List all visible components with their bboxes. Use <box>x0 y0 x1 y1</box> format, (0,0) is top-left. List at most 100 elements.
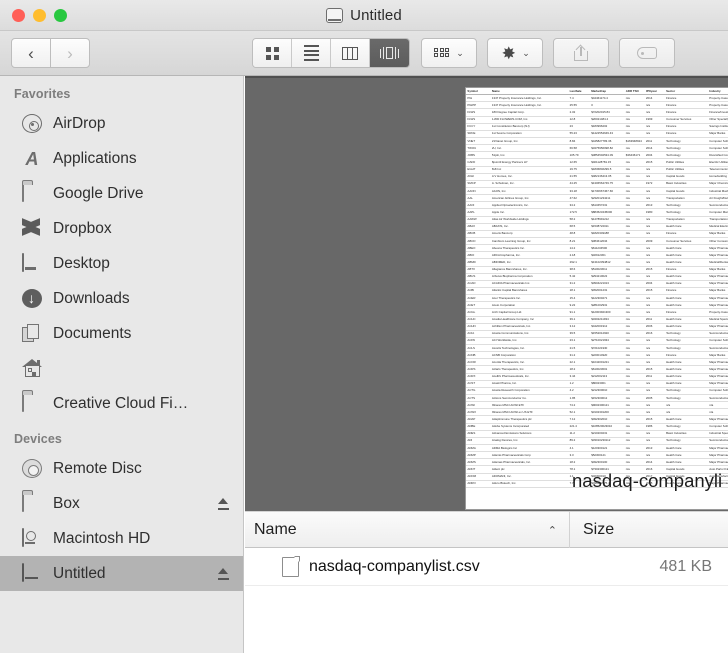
sidebar-item-documents[interactable]: Documents <box>0 316 243 351</box>
csv-cell: $884523445000 <box>590 209 625 216</box>
eject-icon[interactable] <box>218 498 229 510</box>
csv-data-row: ACIAAcacia Communications, Inc.39.5$1552… <box>466 330 728 337</box>
csv-cell: $510023011 <box>590 266 625 273</box>
share-button[interactable] <box>553 38 609 68</box>
csv-data-row: ACRXAcelRx Pharmaceuticals, Inc.3.44$212… <box>466 373 728 380</box>
column-header-name[interactable]: Name ⌃ <box>245 511 570 548</box>
csv-cell: ACAD <box>466 280 490 287</box>
sidebar-header-favorites: Favorites <box>0 76 243 106</box>
csv-cell: ADMA <box>466 445 490 452</box>
sidebar-item-downloads[interactable]: Downloads <box>0 281 243 316</box>
csv-cell: n/a <box>624 259 644 266</box>
desktop-icon <box>22 254 42 274</box>
csv-cell: ACLS <box>466 345 490 352</box>
eject-icon[interactable] <box>218 568 229 580</box>
csv-cell: 25.55 <box>568 102 590 109</box>
csv-cell: ABUS <box>466 273 490 280</box>
csv-cell: Technology <box>665 437 708 444</box>
sidebar-item-label: Applications <box>53 150 137 168</box>
csv-cell: Ameris Bancorp <box>490 230 568 237</box>
back-button[interactable]: ‹ <box>11 38 51 68</box>
csv-cell: Arch Capital Group Ltd. <box>490 309 568 316</box>
csv-cell: ACIW <box>466 337 490 344</box>
list-view-button[interactable] <box>292 39 331 67</box>
csv-preview-sheet[interactable]: SymbolNameLastSaleMarketCapADR TSOIPOyea… <box>465 87 728 510</box>
csv-cell: Major Pharmaceuticals <box>708 416 728 423</box>
csv-cell: n/a <box>624 423 644 430</box>
csv-cell: n/a <box>624 402 644 409</box>
csv-cell: PIH <box>466 95 490 102</box>
file-list-view: Name ⌃ Size nasdaq-companylist.csv 481 K… <box>245 511 728 653</box>
coverflow-icon <box>380 46 399 60</box>
arrange-button[interactable]: ⌄ <box>421 38 477 68</box>
csv-data-row: FLWS180 Degree Capital Corp.2.32$7220201… <box>466 109 728 116</box>
coverflow-view-button[interactable] <box>370 39 409 67</box>
sidebar-item-dropbox[interactable]: Dropbox <box>0 211 243 246</box>
sidebar-item-label: Creative Cloud Fi… <box>53 395 188 413</box>
csv-cell: n/a <box>645 259 665 266</box>
csv-data-row: TWOU2U, Inc.66.58$3475956098.82n/a2014Te… <box>466 145 728 152</box>
csv-cell: $212300010 <box>590 387 625 394</box>
csv-cell: Semiconductors <box>708 395 728 402</box>
csv-cell: ACWI <box>466 402 490 409</box>
csv-cell: 1999 <box>645 116 665 123</box>
csv-data-row: ABMDABIOMED, Inc.292.1$13102394812n/an/a… <box>466 259 728 266</box>
coverflow-preview-pane[interactable]: SymbolNameLastSaleMarketCapADR TSOIPOyea… <box>245 76 728 511</box>
csv-cell: Major Pharmaceuticals <box>708 323 728 330</box>
csv-cell: Semiconductors <box>708 345 728 352</box>
csv-cell: Semiconductors <box>708 437 728 444</box>
csv-cell: n/a <box>624 359 644 366</box>
csv-cell: VNET <box>466 137 490 144</box>
table-row[interactable]: nasdaq-companylist.csv 481 KB <box>245 548 728 586</box>
csv-cell: $2710021934 <box>590 337 625 344</box>
sidebar-item-google-drive[interactable]: Google Drive <box>0 176 243 211</box>
csv-cell: Major Banks <box>708 230 728 237</box>
sidebar-item-remote-disc[interactable]: Remote Disc <box>0 451 243 486</box>
csv-cell: Property-Casualty Insurers <box>708 309 728 316</box>
csv-cell: Health Care <box>665 259 708 266</box>
title-bar: Untitled <box>0 0 728 31</box>
csv-cell: n/a <box>624 416 644 423</box>
csv-cell: n/a <box>645 437 665 444</box>
airdrop-icon <box>22 114 42 133</box>
csv-cell: $1306564749.75 <box>590 180 625 187</box>
dropbox-icon <box>22 220 42 238</box>
sidebar-item-home[interactable] <box>0 351 243 386</box>
csv-cell: $492302010 <box>590 416 625 423</box>
sidebar-item-applications[interactable]: A Applications <box>0 141 243 176</box>
csv-data-row: VNET21Vianet Group, Inc.8.84$445827783.3… <box>466 137 728 144</box>
sidebar[interactable]: Favorites AirDrop A Applications Google … <box>0 76 244 653</box>
sidebar-item-untitled[interactable]: Untitled <box>0 556 243 591</box>
csv-data-row: ABEOAbeona Therapeutics Inc.14.2$6112345… <box>466 245 728 252</box>
home-icon <box>22 359 42 378</box>
sidebar-item-desktop[interactable]: Desktop <box>0 246 243 281</box>
sidebar-item-creative-cloud-files[interactable]: Creative Cloud Fi… <box>0 386 243 421</box>
sidebar-item-airdrop[interactable]: AirDrop <box>0 106 243 141</box>
csv-data-row: ACHNAchillion Pharmaceuticals, Inc.3.12$… <box>466 323 728 330</box>
csv-cell: $3854502534.09 <box>590 152 625 159</box>
csv-cell: n/a <box>624 409 644 416</box>
column-view-button[interactable] <box>331 39 370 67</box>
forward-button[interactable]: › <box>50 38 90 68</box>
sidebar-item-macintosh-hd[interactable]: Macintosh HD <box>0 521 243 556</box>
csv-cell: 2006 <box>645 323 665 330</box>
action-button[interactable]: ✸ ⌄ <box>487 38 543 68</box>
csv-cell: 180 Degree Capital Corp. <box>490 109 568 116</box>
csv-cell: $44461174.4 <box>590 95 625 102</box>
csv-cell: n/a <box>624 102 644 109</box>
column-header-size[interactable]: Size <box>570 511 727 548</box>
csv-data-row: ABIOARCA biopharma, Inc.2.18$32912301n/a… <box>466 252 728 259</box>
csv-cell: 18.2 <box>568 366 590 373</box>
csv-cell: n/a <box>624 445 644 452</box>
csv-data-row: ADBEAdobe Systems Incorporated221.4$1085… <box>466 423 728 430</box>
csv-cell: n/a <box>645 245 665 252</box>
icon-view-button[interactable] <box>253 39 292 67</box>
sidebar-item-box[interactable]: Box <box>0 486 243 521</box>
gear-icon: ✸ <box>500 45 517 62</box>
csv-cell: 2004 <box>645 280 665 287</box>
csv-cell: $3475956098.82 <box>590 145 625 152</box>
csv-cell: $32912301 <box>590 252 625 259</box>
tag-button[interactable] <box>619 38 675 68</box>
csv-cell: n/a <box>645 352 665 359</box>
csv-data-row: ACIWACI Worldwide, Inc.23.1$2710021934n/… <box>466 337 728 344</box>
